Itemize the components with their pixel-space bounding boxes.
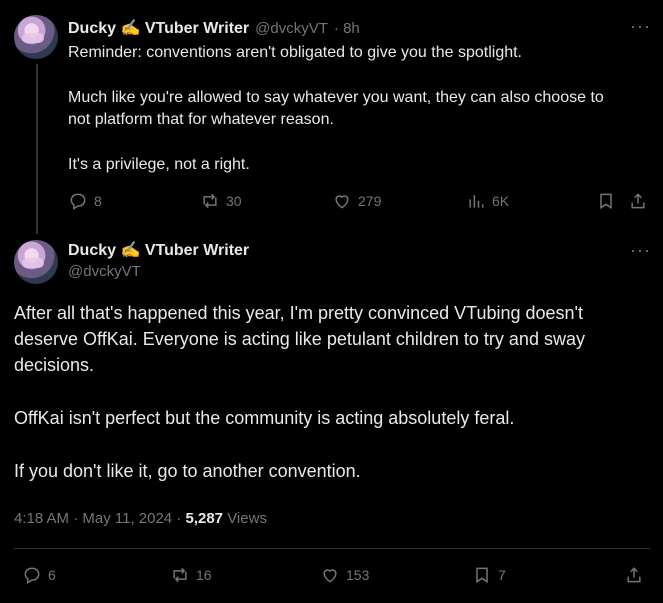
views-button[interactable]: 6K [466, 191, 509, 211]
tweet-line: not platform that for whatever reason. [68, 111, 334, 128]
views-count: 6K [492, 193, 510, 209]
repost-button[interactable]: 16 [170, 565, 212, 585]
share-button[interactable] [624, 565, 644, 585]
heart-icon [335, 195, 349, 209]
tweet-line: OffKai isn't perfect but the community i… [14, 408, 515, 428]
tweet-line: deserve OffKai. Everyone is acting like … [14, 329, 585, 349]
more-options-button[interactable]: ··· [630, 16, 651, 37]
timestamp[interactable]: · 8h [334, 20, 360, 37]
reply-tweet-header: Ducky ✍️ VTuber Writer @dvckyVT · 8h [68, 18, 360, 38]
more-options-button[interactable]: ··· [630, 240, 651, 261]
handle[interactable]: @dvckyVT [68, 263, 249, 280]
bookmark-icon [476, 567, 488, 584]
display-name[interactable]: Ducky ✍️ VTuber Writer [68, 18, 249, 38]
reply-icon [24, 567, 40, 584]
handle[interactable]: @dvckyVT [255, 20, 328, 37]
reply-button[interactable]: 8 [68, 191, 102, 211]
heart-icon [323, 569, 337, 583]
views-label: Views [227, 510, 267, 527]
like-button[interactable]: 153 [320, 565, 369, 585]
bookmark-button[interactable]: 7 [472, 565, 506, 585]
divider [14, 548, 650, 549]
repost-button[interactable]: 30 [200, 191, 242, 211]
tweet-line: decisions. [14, 355, 95, 375]
tweet-line: After all that's happened this year, I'm… [14, 303, 583, 323]
repost-icon [203, 193, 217, 209]
thread-line [36, 64, 38, 234]
tweet-line: Reminder: conventions aren't obligated t… [68, 44, 522, 61]
bookmark-count: 7 [498, 567, 506, 583]
view-count: 5,287 [185, 510, 224, 527]
reply-tweet-body: Reminder: conventions aren't obligated t… [68, 42, 658, 176]
tweet-line: If you don't like it, go to another conv… [14, 461, 361, 481]
like-count: 153 [346, 567, 370, 583]
main-tweet-header: Ducky ✍️ VTuber Writer @dvckyVT [68, 240, 249, 280]
analytics-icon [469, 195, 484, 208]
avatar[interactable] [14, 240, 58, 284]
like-count: 279 [358, 193, 382, 209]
share-icon [631, 193, 645, 209]
tweet-line: Much like you're allowed to say whatever… [68, 89, 604, 106]
bookmark-button[interactable] [596, 191, 616, 211]
reply-count: 8 [94, 193, 102, 209]
repost-count: 16 [196, 567, 212, 583]
share-button[interactable] [628, 191, 648, 211]
repost-count: 30 [226, 193, 242, 209]
share-icon [627, 567, 641, 583]
tweet-meta: 4:18 AM · May 11, 2024 · 5,287 Views [14, 510, 267, 527]
reply-icon [70, 193, 86, 210]
tweet-timestamp[interactable]: 4:18 AM · May 11, 2024 · [14, 510, 181, 527]
tweet-line: It's a privilege, not a right. [68, 156, 250, 173]
avatar[interactable] [14, 15, 58, 59]
like-button[interactable]: 279 [332, 191, 381, 211]
reply-button[interactable]: 6 [22, 565, 56, 585]
display-name[interactable]: Ducky ✍️ VTuber Writer [68, 240, 249, 260]
main-tweet-body: After all that's happened this year, I'm… [14, 300, 654, 484]
reply-count: 6 [48, 567, 56, 583]
bookmark-icon [600, 193, 612, 210]
repost-icon [173, 567, 187, 583]
